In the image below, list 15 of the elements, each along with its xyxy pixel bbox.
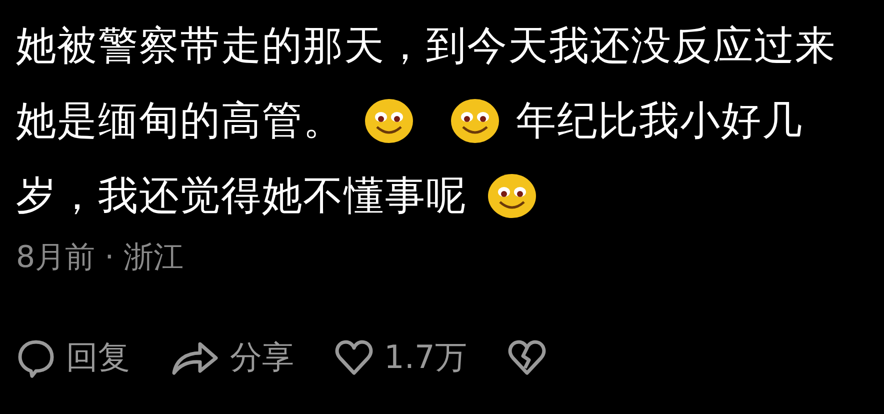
comment-text: 她是缅甸的高管。 [16, 97, 344, 146]
smiley-icon [450, 98, 500, 144]
comment-meta: 8月前 · 浙江 [16, 239, 185, 277]
dislike-button[interactable] [506, 338, 547, 378]
comment-text: 岁，我还觉得她不懂事呢 [16, 172, 467, 221]
speech-bubble-icon [16, 338, 56, 378]
reply-button[interactable]: 回复 [16, 336, 130, 380]
like-button[interactable]: 1.7万 [334, 336, 467, 380]
comment-text: 她被警察带走的那天，到今天我还没反应过来 [16, 22, 836, 71]
heart-icon [334, 338, 374, 378]
comment-text: 年纪比我小好几 [516, 97, 803, 146]
share-button[interactable]: 分享 [170, 336, 294, 380]
broken-heart-icon [506, 338, 547, 378]
smiley-icon [487, 172, 537, 218]
smiley-icon [364, 98, 414, 144]
